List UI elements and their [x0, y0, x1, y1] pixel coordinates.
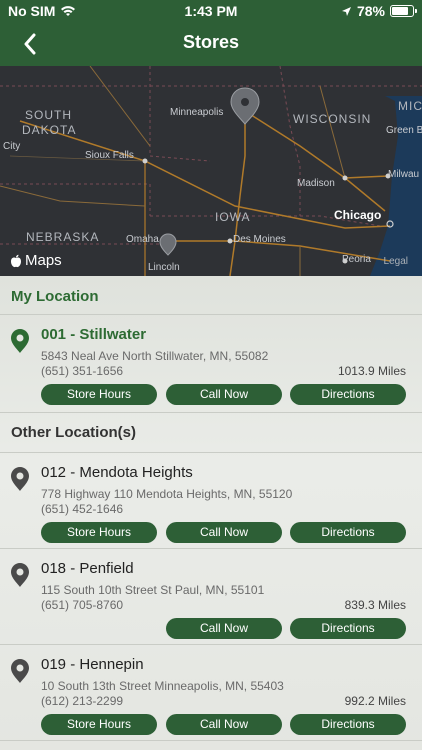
location-pin-icon [11, 563, 29, 587]
store-name[interactable]: 012 - Mendota Heights [41, 464, 193, 481]
page-title: Stores [182, 32, 240, 52]
map-label: City [3, 141, 21, 152]
map-label: Chicago [334, 208, 382, 222]
status-bar: No SIM 1:43 PM 78% [0, 0, 422, 22]
store-phone[interactable]: (651) 351-1656 [41, 364, 123, 378]
map-label: MIC [398, 99, 422, 113]
nav-bar: Stores [0, 26, 422, 62]
directions-button[interactable]: Directions [290, 618, 406, 639]
call-now-button[interactable]: Call Now [166, 384, 282, 405]
battery-icon [390, 5, 417, 17]
directions-button[interactable]: Directions [290, 714, 406, 735]
map-canvas [0, 66, 422, 276]
store-list[interactable]: My Location 001 - Stillwater 5843 Neal A… [0, 276, 422, 750]
store-address: 115 South 10th Street St Paul, MN, 55101 [41, 583, 265, 597]
map-label: WISCONSIN [293, 112, 372, 126]
section-other-locations: Other Location(s) [11, 424, 137, 441]
madison-dot [342, 175, 348, 181]
store-phone[interactable]: (651) 705-8760 [41, 598, 123, 612]
sioux-falls-dot [142, 158, 148, 164]
location-pin-icon [11, 329, 29, 353]
store-address: 10 South 13th Street Minneapolis, MN, 55… [41, 679, 284, 693]
apple-maps-logo: Maps [10, 252, 62, 269]
store-card[interactable]: 018 - Penfield 115 South 10th Street St … [0, 548, 422, 644]
location-arrow-icon [341, 6, 351, 16]
map-label: NEBRASKA [26, 230, 100, 244]
location-pin-icon [11, 659, 29, 683]
map-label: Green B [386, 125, 422, 136]
store-card[interactable]: 019 - Hennepin 10 South 13th Street Minn… [0, 644, 422, 740]
store-hours-button[interactable]: Store Hours [41, 384, 157, 405]
map-label: Minneapolis [170, 107, 224, 118]
store-card[interactable]: 001 - Stillwater 5843 Neal Ave North Sti… [0, 314, 422, 410]
app-header: No SIM 1:43 PM 78% Stores [0, 0, 422, 66]
des-moines-dot [227, 238, 233, 244]
store-address: 5843 Neal Ave North Stillwater, MN, 5508… [41, 349, 269, 363]
maps-logo-text: Maps [25, 252, 62, 269]
divider [0, 740, 422, 741]
store-distance: 1013.9 Miles [337, 364, 406, 378]
directions-button[interactable]: Directions [290, 384, 406, 405]
store-name[interactable]: 019 - Hennepin [41, 656, 144, 673]
divider [0, 412, 422, 413]
battery-percent: 78% [356, 3, 385, 19]
map-label: Des Moines [233, 234, 286, 245]
store-hours-button[interactable]: Store Hours [41, 522, 157, 543]
map-label: Lincoln [148, 262, 180, 273]
store-name[interactable]: 001 - Stillwater [41, 326, 146, 343]
map-label: Madison [297, 178, 335, 189]
store-map[interactable]: SOUTH DAKOTA Minneapolis WISCONSIN MIC G… [0, 66, 422, 276]
map-label: IOWA [215, 210, 251, 224]
store-hours-button[interactable]: Store Hours [41, 714, 157, 735]
map-label: SOUTH [25, 108, 72, 122]
map-label: Omaha [126, 234, 159, 245]
store-address: 778 Highway 110 Mendota Heights, MN, 551… [41, 487, 293, 501]
call-now-button[interactable]: Call Now [166, 522, 282, 543]
map-label: Sioux Falls [85, 150, 134, 161]
store-distance: 839.3 Miles [344, 598, 406, 612]
location-pin-icon [11, 467, 29, 491]
apple-icon [11, 254, 21, 267]
store-card[interactable]: 012 - Mendota Heights 778 Highway 110 Me… [0, 452, 422, 548]
store-distance: 992.2 Miles [344, 694, 406, 708]
map-label: Milwau [388, 169, 420, 180]
section-my-location: My Location [11, 288, 99, 305]
map-label: Peoria [342, 254, 371, 265]
directions-button[interactable]: Directions [290, 522, 406, 543]
store-phone[interactable]: (651) 452-1646 [41, 502, 123, 516]
store-phone[interactable]: (612) 213-2299 [41, 694, 123, 708]
battery-level [392, 7, 408, 15]
store-name[interactable]: 018 - Penfield [41, 560, 134, 577]
call-now-button[interactable]: Call Now [166, 618, 282, 639]
call-now-button[interactable]: Call Now [166, 714, 282, 735]
legal-link[interactable]: Legal [384, 256, 408, 267]
map-label: DAKOTA [22, 123, 77, 137]
